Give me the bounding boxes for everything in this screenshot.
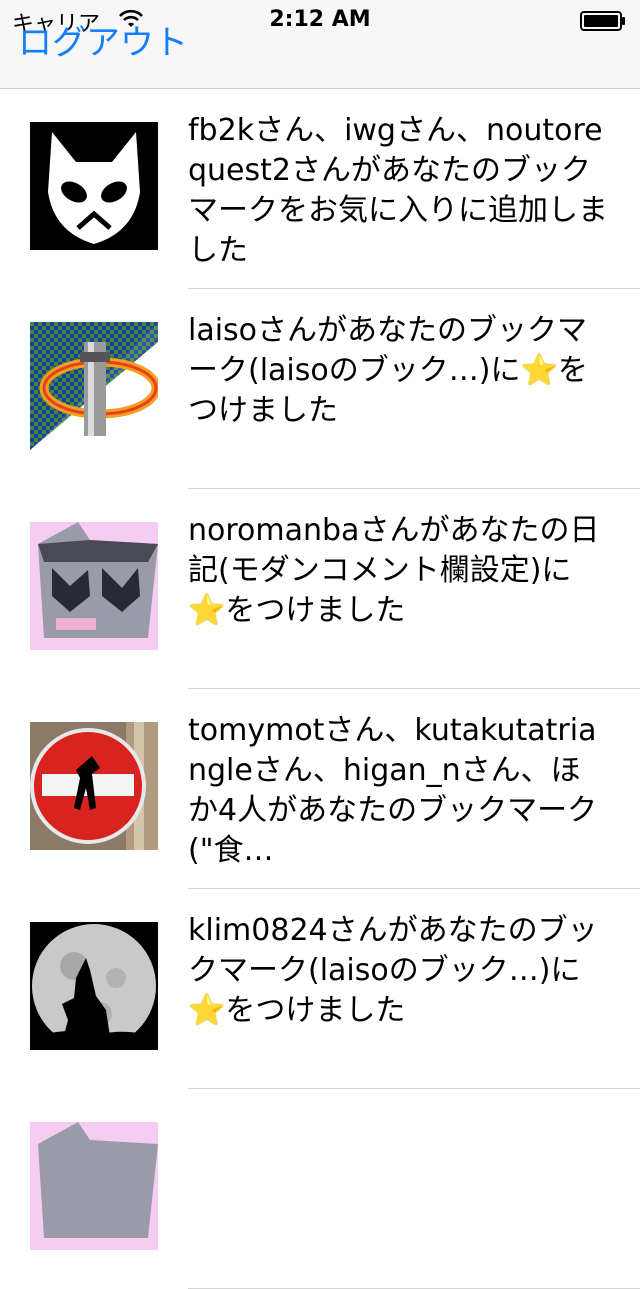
notification-text: noromanbaさんがあなたの日記(モダンコメント欄設定)に ⭐をつけました <box>188 511 608 631</box>
pixel-cat-avatar-icon <box>30 1122 158 1250</box>
notification-text: fb2kさん、iwgさん、noutorequest2さんがあなたのブックマークを… <box>188 111 608 271</box>
alien-mask-avatar-icon <box>30 122 158 250</box>
notification-message: fb2kさん、iwgさん、noutorequest2さんがあなたのブックマークを… <box>188 113 608 268</box>
notification-list: fb2kさん、iwgさん、noutorequest2さんがあなたのブックマークを… <box>0 89 640 1289</box>
notification-message: noromanbaさんがあなたの日記(モダンコメント欄設定)に <box>188 513 600 588</box>
no-entry-sign-avatar-icon <box>30 722 158 850</box>
list-item[interactable]: fb2kさん、iwgさん、noutorequest2さんがあなたのブックマークを… <box>0 89 640 289</box>
list-item[interactable]: noromanbaさんがあなたの日記(モダンコメント欄設定)に ⭐をつけました <box>0 489 640 689</box>
notification-message: klim0824さんがあなたのブックマーク(laisoのブック…)に <box>188 913 598 988</box>
notification-text: tomymotさん、kutakutatriangleさん、higan_nさん、ほ… <box>188 711 608 871</box>
logout-button[interactable]: ログアウト <box>18 22 188 64</box>
battery-icon <box>580 11 625 31</box>
star-icon: ⭐ <box>188 593 226 628</box>
star-icon: ⭐ <box>188 993 226 1028</box>
list-item[interactable]: klim0824さんがあなたのブックマーク(laisoのブック…)に ⭐をつけまし… <box>0 889 640 1089</box>
star-icon: ⭐ <box>520 353 558 388</box>
notification-text: laisoさんがあなたのブックマーク(laisoのブック…)に⭐をつけました <box>188 311 608 431</box>
notification-text: klim0824さんがあなたのブックマーク(laisoのブック…)に ⭐をつけまし… <box>188 911 608 1031</box>
notification-message: tomymotさん、kutakutatriangleさん、higan_nさん、ほ… <box>188 713 598 868</box>
navigation-bar: キャリア 2:12 AM ログアウト <box>0 0 640 89</box>
list-item[interactable]: tomymotさん、kutakutatriangleさん、higan_nさん、ほ… <box>0 689 640 889</box>
wolf-moon-avatar-icon <box>30 922 158 1050</box>
list-item[interactable]: laisoさんがあなたのブックマーク(laisoのブック…)に⭐をつけました <box>0 289 640 489</box>
list-item[interactable] <box>0 1089 640 1289</box>
notification-suffix: をつけました <box>225 593 406 628</box>
pixel-ring-avatar-icon <box>30 322 158 450</box>
pixel-cat-avatar-icon <box>30 522 158 650</box>
notification-suffix: をつけました <box>225 993 406 1028</box>
